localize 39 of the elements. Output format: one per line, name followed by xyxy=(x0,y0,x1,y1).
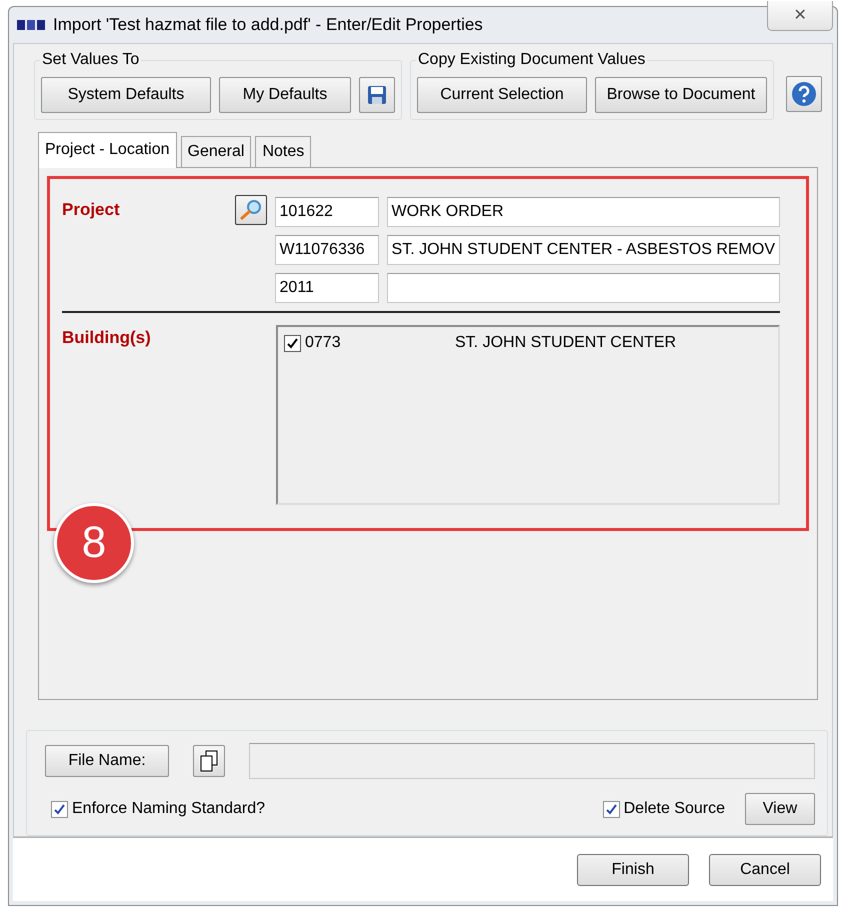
browse-to-document-button[interactable]: Browse to Document xyxy=(595,77,767,114)
window-title: Import 'Test hazmat file to add.pdf' - Enter/Edit Properties xyxy=(53,14,483,36)
dialog-button[interactable]: Cancel xyxy=(709,854,821,886)
my-defaults-button[interactable]: My Defaults xyxy=(219,77,351,114)
copy-icon xyxy=(200,750,218,772)
dialog-button[interactable]: Finish xyxy=(577,854,689,886)
checkbox-label: Enforce Naming Standard? xyxy=(72,799,265,820)
copy-button[interactable] xyxy=(193,745,225,778)
input-field[interactable] xyxy=(386,273,780,304)
help-icon xyxy=(791,81,817,108)
checkbox[interactable] xyxy=(51,800,68,818)
group-label: Copy Existing Document Values xyxy=(416,51,648,70)
checkbox-label: Delete Source xyxy=(624,799,725,820)
building-number: 0773 xyxy=(305,333,342,354)
tab[interactable]: General xyxy=(180,136,252,168)
input-field[interactable]: 2011 xyxy=(274,273,379,304)
input-field[interactable]: 101622 xyxy=(274,197,379,228)
input-field[interactable]: ST. JOHN STUDENT CENTER - ASBESTOS REMOV xyxy=(386,235,780,266)
save-button[interactable] xyxy=(359,77,395,114)
lookup-button[interactable] xyxy=(234,195,267,226)
close-button[interactable]: ✕ xyxy=(767,1,833,31)
checkbox[interactable] xyxy=(602,800,620,818)
tab[interactable]: Notes xyxy=(255,136,312,168)
current-selection-button[interactable]: Current Selection xyxy=(417,77,587,114)
field-label: Project xyxy=(62,199,121,222)
file-name-field[interactable] xyxy=(249,743,815,780)
step-number-badge: 8 xyxy=(54,503,134,584)
field-label: Building(s) xyxy=(62,327,152,350)
help-button[interactable] xyxy=(786,76,822,112)
file-name-button[interactable]: File Name: xyxy=(45,745,169,778)
building-name: ST. JOHN STUDENT CENTER xyxy=(455,333,676,354)
input-field[interactable]: W11076336 xyxy=(274,235,379,266)
view-button[interactable]: View xyxy=(745,793,815,826)
system-defaults-button[interactable]: System Defaults xyxy=(41,77,211,114)
magnifier-icon xyxy=(238,198,264,222)
checkbox[interactable] xyxy=(284,334,301,352)
tab[interactable]: Project - Location xyxy=(38,132,177,168)
input-field[interactable]: WORK ORDER xyxy=(386,197,780,228)
app-logo-icon xyxy=(17,19,47,32)
